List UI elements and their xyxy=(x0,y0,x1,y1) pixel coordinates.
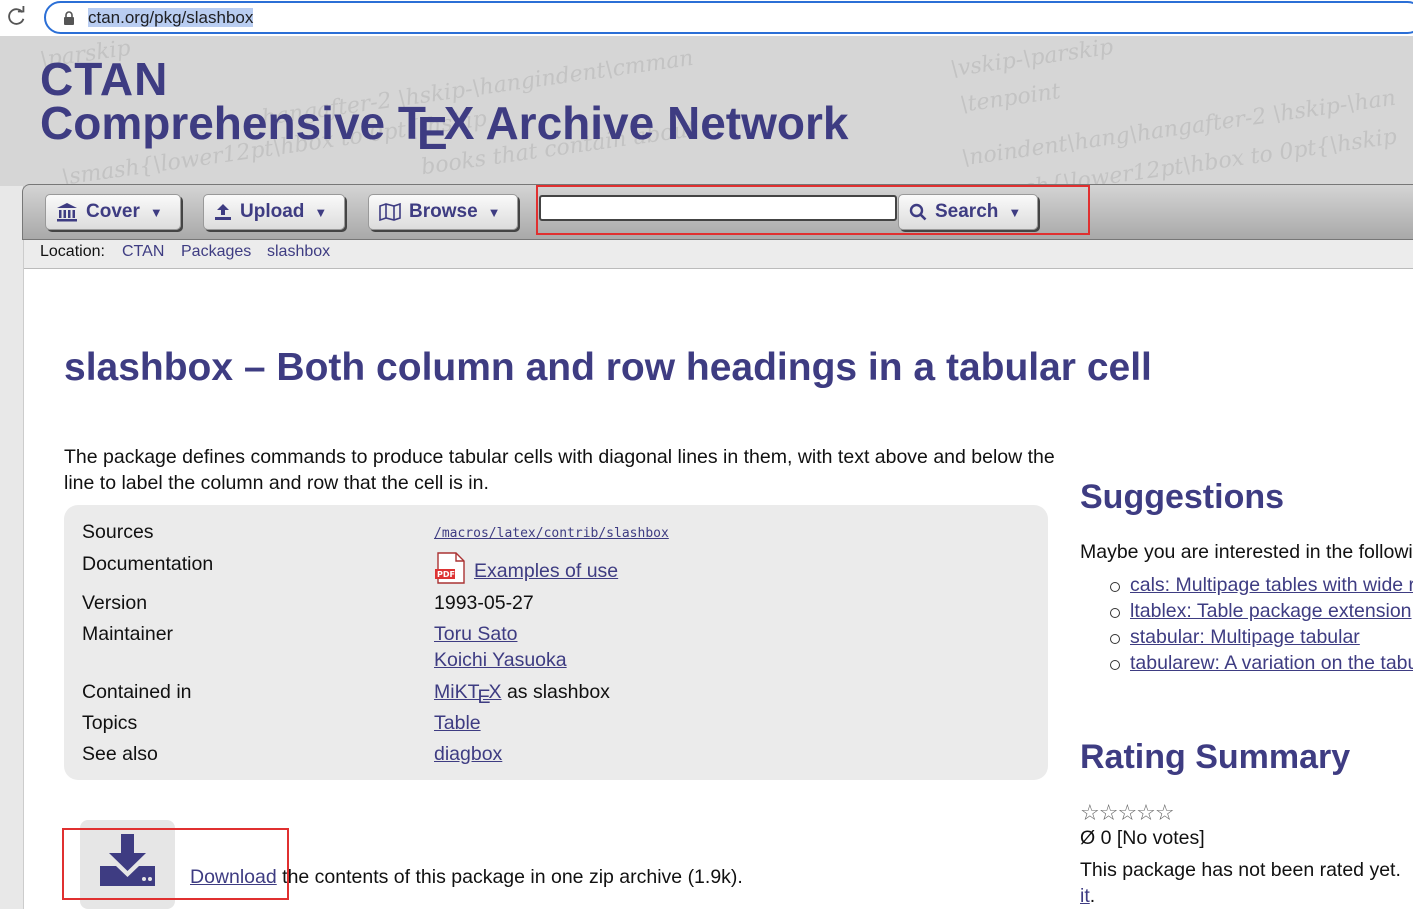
version-label: Version xyxy=(82,592,148,614)
breadcrumb-label: Location: xyxy=(40,243,105,260)
reload-icon[interactable] xyxy=(6,6,28,28)
miktex-link[interactable]: MiKTEX xyxy=(434,681,502,708)
lock-icon xyxy=(64,11,74,25)
breadcrumb: Location: CTAN Packages slashbox xyxy=(24,240,1413,269)
chevron-down-icon: ▼ xyxy=(149,204,163,220)
upload-button[interactable]: Upload ▼ xyxy=(203,194,345,230)
breadcrumb-slashbox[interactable]: slashbox xyxy=(267,243,330,261)
rating-votes: Ø 0 [No votes] xyxy=(1080,827,1205,849)
browser-address-bar: ctan.org/pkg/slashbox xyxy=(0,0,1413,36)
upload-icon xyxy=(215,204,231,220)
documentation-link[interactable]: Examples of use xyxy=(474,560,618,582)
suggestions-intro: Maybe you are interested in the followi xyxy=(1080,541,1413,563)
rate-link[interactable]: it xyxy=(1080,885,1090,907)
rating-section: Rating Summary xyxy=(1080,738,1350,777)
seealso-label: See also xyxy=(82,743,158,765)
maintainer-label: Maintainer xyxy=(82,623,174,645)
brand-long: Comprehensive TEX Archive Network xyxy=(40,97,849,159)
breadcrumb-packages[interactable]: Packages xyxy=(181,243,251,261)
suggestions-section: Suggestions xyxy=(1080,478,1284,517)
upload-label: Upload xyxy=(240,201,305,222)
seealso-link[interactable]: diagbox xyxy=(434,743,502,766)
suggestion-link[interactable]: tabularew: A variation on the tabu xyxy=(1130,652,1413,674)
suggestions-list: cals: Multipage tables with wide r ltabl… xyxy=(1110,574,1413,678)
browse-label: Browse xyxy=(409,201,478,222)
chevron-down-icon: ▼ xyxy=(487,204,501,220)
suggestions-heading: Suggestions xyxy=(1080,478,1285,516)
list-item: stabular: Multipage tabular xyxy=(1110,626,1413,652)
version-value: 1993-05-27 xyxy=(434,592,534,614)
package-info-table: Sources /macros/latex/contrib/slashbox D… xyxy=(64,505,1048,780)
museum-icon xyxy=(57,203,77,222)
list-item: ltablex: Table package extension xyxy=(1110,600,1413,626)
background-pattern: \vskip-\parskip xyxy=(949,36,1115,83)
browse-button[interactable]: Browse ▼ xyxy=(368,194,518,230)
contained-label: Contained in xyxy=(82,681,192,703)
list-item: cals: Multipage tables with wide r xyxy=(1110,574,1413,600)
contained-value: MiKTEX as slashbox xyxy=(434,681,610,708)
download-highlight-box xyxy=(62,828,289,900)
rating-tail: it. xyxy=(1080,885,1096,907)
url-field[interactable]: ctan.org/pkg/slashbox xyxy=(44,1,1413,34)
documentation-value: PDF Examples of use xyxy=(434,551,618,585)
topics-label: Topics xyxy=(82,712,138,734)
pdf-icon[interactable]: PDF xyxy=(434,551,468,585)
cover-button[interactable]: Cover ▼ xyxy=(45,194,181,230)
breadcrumb-ctan[interactable]: CTAN xyxy=(122,243,164,261)
page-title: slashbox – Both column and row headings … xyxy=(64,346,1152,389)
documentation-label: Documentation xyxy=(82,553,214,575)
suggestion-link[interactable]: stabular: Multipage tabular xyxy=(1130,626,1360,648)
list-item: tabularew: A variation on the tabu xyxy=(1110,652,1413,678)
search-highlight-box xyxy=(536,185,1090,235)
map-icon xyxy=(379,203,401,221)
maintainer-link[interactable]: Toru Sato xyxy=(434,623,517,646)
rating-heading: Rating Summary xyxy=(1080,738,1351,776)
topic-link[interactable]: Table xyxy=(434,712,481,735)
maintainer-link[interactable]: Koichi Yasuoka xyxy=(434,649,567,672)
cover-label: Cover xyxy=(86,201,140,222)
left-page-edge xyxy=(0,186,24,909)
url-text: ctan.org/pkg/slashbox xyxy=(88,8,254,27)
package-description: The package defines commands to produce … xyxy=(64,446,1055,494)
sources-label: Sources xyxy=(82,521,154,543)
site-header: \parskip hangafter-2 \hskip-\hangindent\… xyxy=(0,36,1413,186)
rating-stars: ☆☆☆☆☆ xyxy=(1080,800,1175,825)
svg-text:PDF: PDF xyxy=(437,570,455,579)
suggestion-link[interactable]: ltablex: Table package extension xyxy=(1130,600,1412,622)
background-pattern: \tenpoint xyxy=(958,79,1063,118)
sources-link[interactable]: /macros/latex/contrib/slashbox xyxy=(434,526,669,541)
suggestion-link[interactable]: cals: Multipage tables with wide r xyxy=(1130,574,1413,596)
rating-status: This package has not been rated yet. xyxy=(1080,859,1401,881)
chevron-down-icon: ▼ xyxy=(314,204,328,220)
